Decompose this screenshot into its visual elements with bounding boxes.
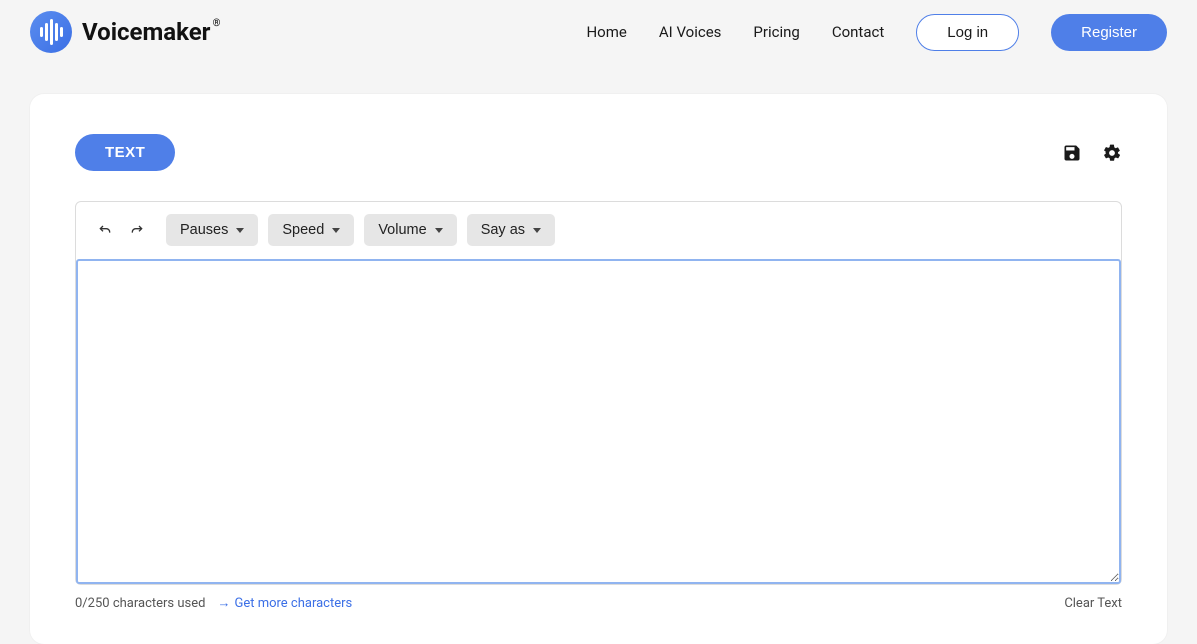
pauses-dropdown[interactable]: Pauses	[166, 214, 258, 246]
redo-button[interactable]	[126, 219, 148, 241]
card-action-icons	[1062, 143, 1122, 163]
register-button[interactable]: Register	[1051, 14, 1167, 51]
nav-contact[interactable]: Contact	[832, 23, 884, 41]
pauses-label: Pauses	[180, 222, 228, 238]
chevron-down-icon	[332, 228, 340, 233]
brand-logo[interactable]: Voicemaker®	[30, 11, 210, 53]
nav-ai-voices[interactable]: AI Voices	[659, 23, 722, 41]
volume-label: Volume	[378, 222, 426, 238]
text-input[interactable]	[76, 259, 1121, 584]
gear-icon[interactable]	[1102, 143, 1122, 163]
arrow-right-icon: →	[217, 595, 230, 611]
card-topbar: TEXT	[75, 134, 1122, 171]
speed-label: Speed	[282, 222, 324, 238]
undo-icon	[97, 222, 113, 238]
login-button[interactable]: Log in	[916, 14, 1019, 51]
undo-button[interactable]	[94, 219, 116, 241]
nav-home[interactable]: Home	[586, 23, 626, 41]
say-as-dropdown[interactable]: Say as	[467, 214, 555, 246]
chevron-down-icon	[435, 228, 443, 233]
get-more-characters-link[interactable]: → Get more characters	[217, 595, 352, 611]
editor-footer: 0/250 characters used → Get more charact…	[75, 595, 1122, 611]
redo-icon	[129, 222, 145, 238]
volume-dropdown[interactable]: Volume	[364, 214, 456, 246]
get-more-characters-label: Get more characters	[234, 596, 352, 611]
brand-name: Voicemaker®	[82, 18, 210, 46]
clear-text-button[interactable]: Clear Text	[1064, 596, 1122, 611]
header: Voicemaker® Home AI Voices Pricing Conta…	[0, 0, 1197, 64]
speed-dropdown[interactable]: Speed	[268, 214, 354, 246]
char-count: 0/250 characters used	[75, 596, 205, 611]
save-icon[interactable]	[1062, 143, 1082, 163]
main-nav: Home AI Voices Pricing Contact Log in Re…	[586, 14, 1167, 51]
nav-pricing[interactable]: Pricing	[753, 23, 799, 41]
tab-text[interactable]: TEXT	[75, 134, 175, 171]
chevron-down-icon	[533, 228, 541, 233]
chevron-down-icon	[236, 228, 244, 233]
editor-toolbar: Pauses Speed Volume Say as	[76, 202, 1121, 259]
say-as-label: Say as	[481, 222, 525, 238]
logo-icon	[30, 11, 72, 53]
editor-box: Pauses Speed Volume Say as	[75, 201, 1122, 585]
editor-card: TEXT Pauses	[30, 94, 1167, 644]
